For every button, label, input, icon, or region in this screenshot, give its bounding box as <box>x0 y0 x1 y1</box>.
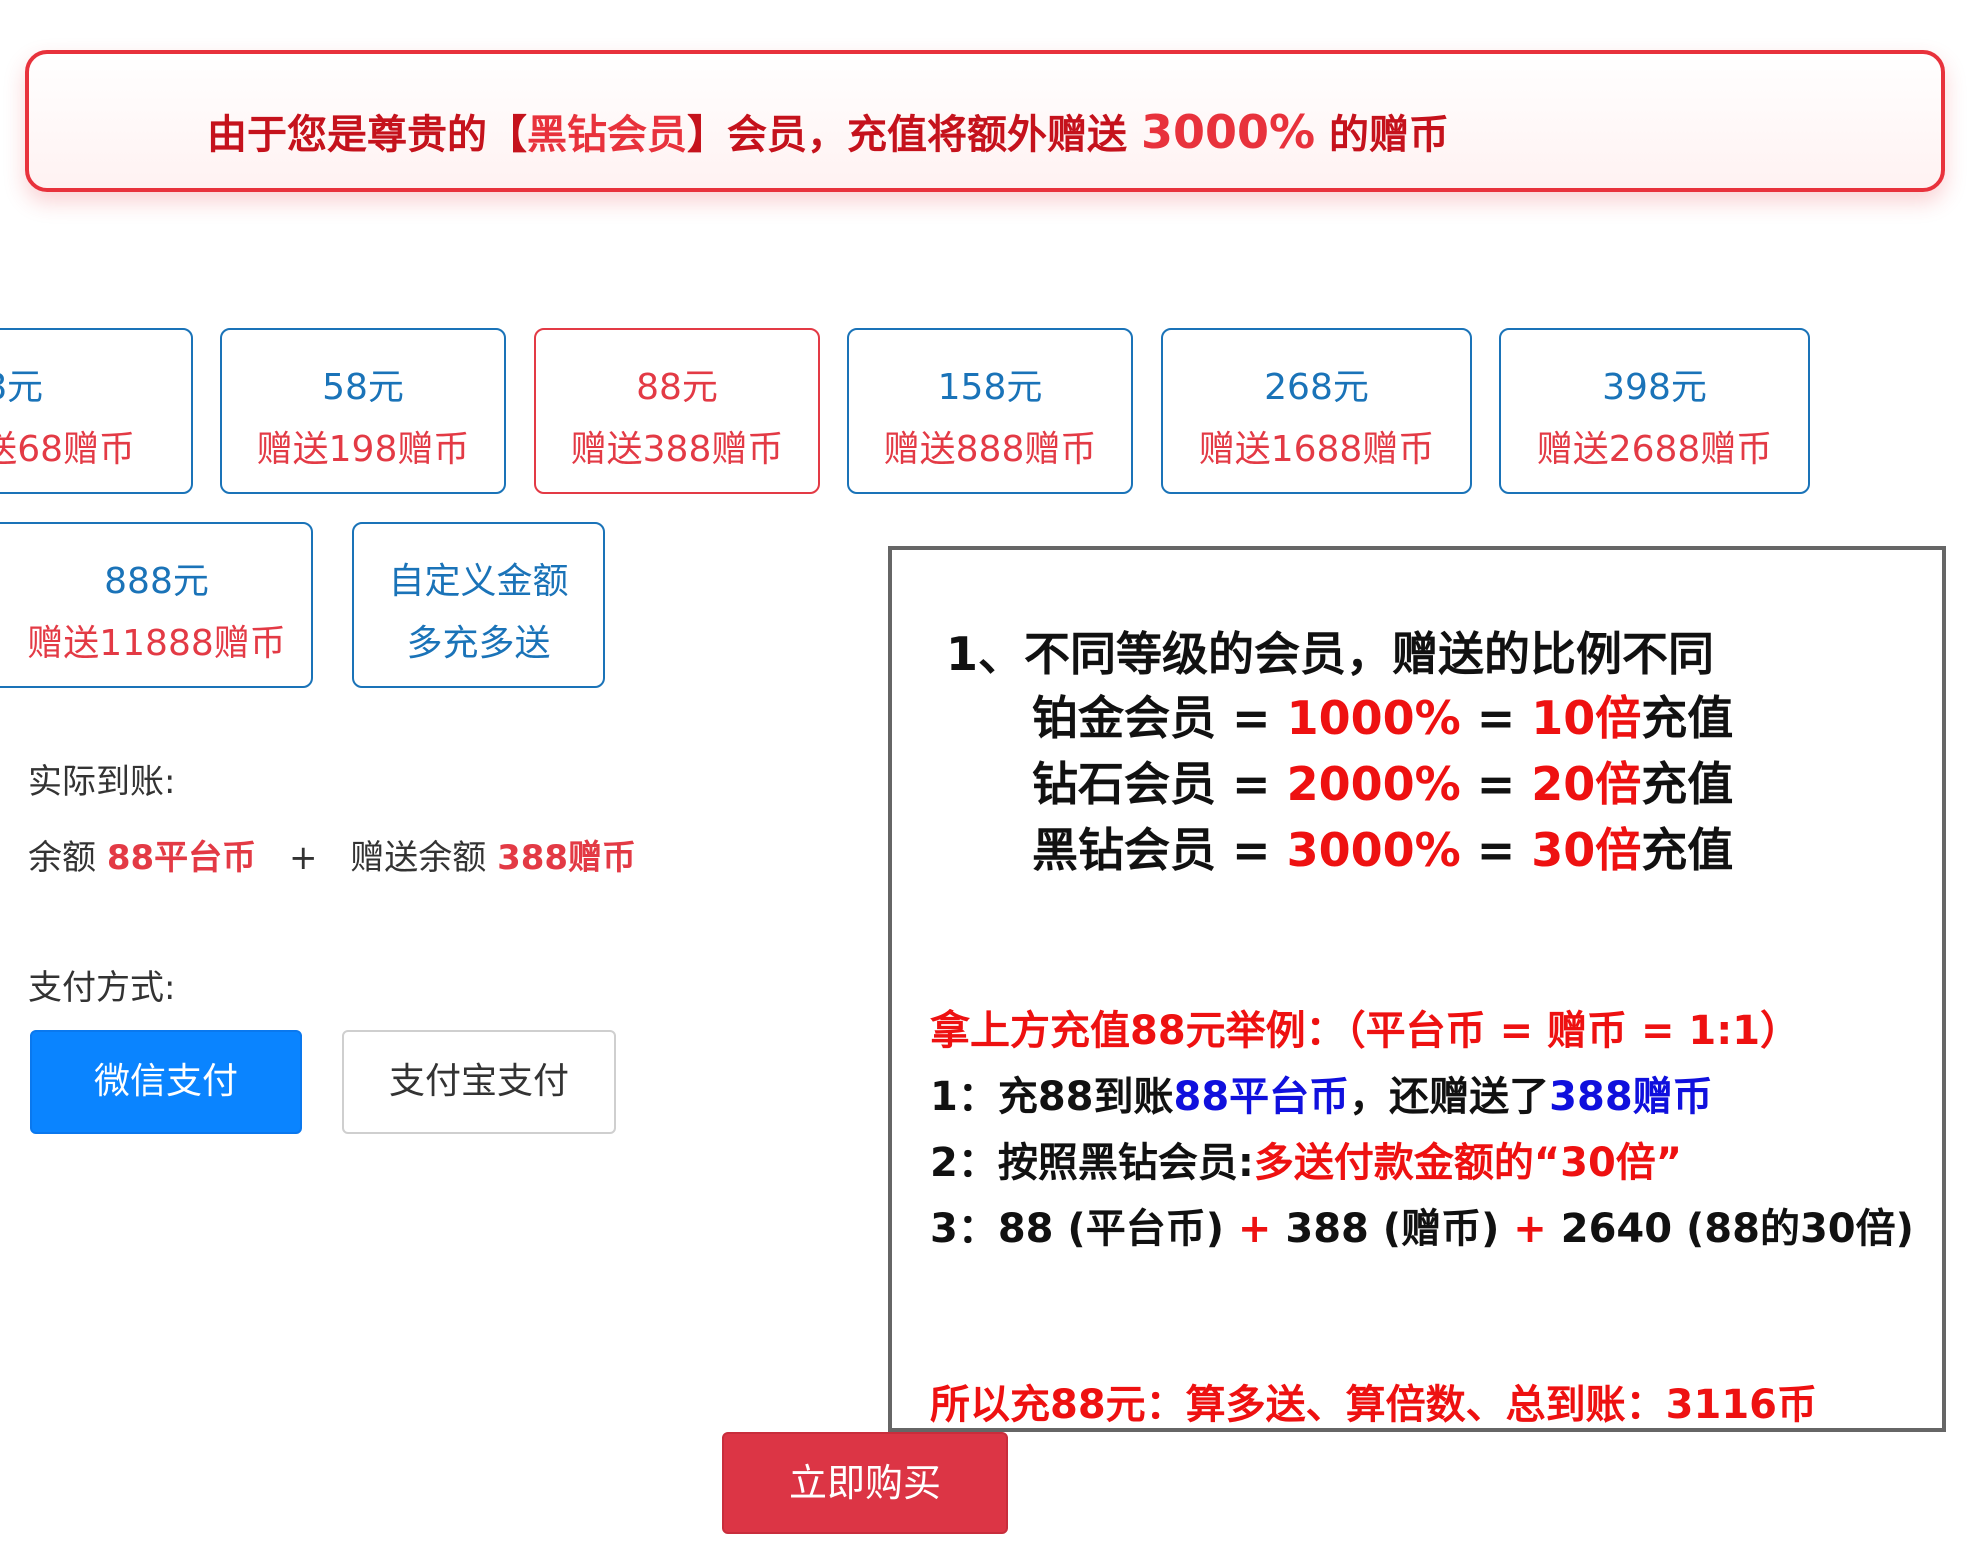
actual-amount-label: 实际到账: <box>28 762 176 802</box>
recharge-option-268[interactable]: 268元 赠送1688赠币 <box>1161 328 1472 494</box>
vip-bonus-banner: 由于您是尊贵的【黑钻会员】会员，充值将额外赠送 3000% 的赠币 <box>25 50 1945 192</box>
bonus-value: 388赠币 <box>497 838 637 878</box>
recharge-option-398[interactable]: 398元 赠送2688赠币 <box>1499 328 1810 494</box>
tier-platinum: 铂金会员 = 1000% = 10倍充值 <box>1032 691 1734 745</box>
bonus-explanation-panel: 1、不同等级的会员，赠送的比例不同 铂金会员 = 1000% = 10倍充值 钻… <box>888 546 1946 1432</box>
actual-amount-line: 余额 88平台币 + 赠送余额 388赠币 <box>28 838 637 878</box>
payment-method-label: 支付方式: <box>28 968 176 1008</box>
tier-diamond: 钻石会员 = 2000% = 20倍充值 <box>1032 757 1734 811</box>
banner-level: 黑钻会员 <box>527 112 687 158</box>
recharge-option-88[interactable]: 88元 赠送388赠币 <box>534 328 820 494</box>
example-step-3: 3：88 (平台币) + 388 (赠币) + 2640 (88的30倍) <box>930 1206 1914 1252</box>
example-step-2: 2：按照黑钻会员:多送付款金额的“30倍” <box>930 1140 1683 1186</box>
recharge-option-58[interactable]: 58元 赠送198赠币 <box>220 328 506 494</box>
example-title: 拿上方充值88元举例：（平台币 = 赠币 = 1:1） <box>930 1008 1801 1054</box>
recharge-option-custom[interactable]: 自定义金额 多充多送 <box>352 522 605 688</box>
recharge-option-38[interactable]: 38元 送68赠币 <box>0 328 193 494</box>
info-heading: 1、不同等级的会员，赠送的比例不同 <box>946 627 1715 681</box>
recharge-option-158[interactable]: 158元 赠送888赠币 <box>847 328 1133 494</box>
alipay-button[interactable]: 支付宝支付 <box>342 1030 616 1134</box>
wechat-pay-button[interactable]: 微信支付 <box>30 1030 302 1134</box>
balance-value: 88平台币 <box>106 838 257 878</box>
example-summary: 所以充88元：算多送、算倍数、总到账：3116币 <box>930 1382 1817 1428</box>
recharge-option-888[interactable]: 888元 赠送11888赠币 <box>0 522 313 688</box>
buy-now-button[interactable]: 立即购买 <box>722 1432 1008 1534</box>
tier-black-diamond: 黑钻会员 = 3000% = 30倍充值 <box>1032 823 1734 877</box>
example-step-1: 1：充88到账88平台币，还赠送了388赠币 <box>930 1074 1713 1120</box>
banner-text: 由于您是尊贵的【黑钻会员】会员，充值将额外赠送 3000% 的赠币 <box>207 105 1449 159</box>
banner-percent: 3000% <box>1140 105 1316 159</box>
